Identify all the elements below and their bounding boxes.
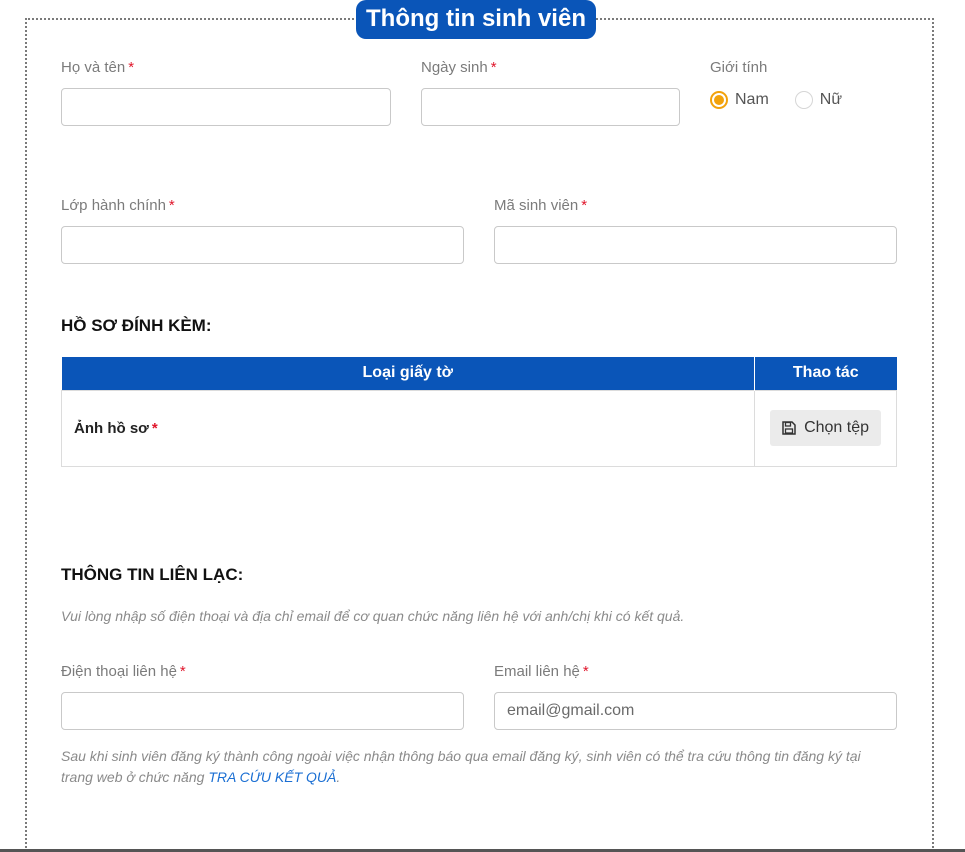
radio-unselected-icon[interactable] xyxy=(794,91,813,109)
gender-option-female-label: Nữ xyxy=(819,91,843,108)
lookup-results-link[interactable]: TRA CỨU KẾT QUẢ xyxy=(208,769,336,785)
doc-type-cell: Ảnh hồ sơ * xyxy=(60,389,756,467)
birth-date-label-text: Ngày sinh xyxy=(421,59,488,76)
choose-file-label: Chọn tệp xyxy=(804,419,869,436)
contact-intro: Vui lòng nhập số điện thoại và địa chỉ e… xyxy=(61,608,685,624)
admin-class-input[interactable] xyxy=(61,226,464,264)
full-name-label: Họ và tên * xyxy=(61,59,134,76)
gender-option-female[interactable]: Nữ xyxy=(794,91,843,109)
admin-class-label-text: Lớp hành chính xyxy=(61,197,166,214)
required-mark: * xyxy=(581,197,588,214)
required-mark: * xyxy=(490,59,497,76)
full-name-label-text: Họ và tên xyxy=(61,59,126,76)
birth-date-input[interactable] xyxy=(421,88,680,126)
form-legend: Thông tin sinh viên xyxy=(356,0,596,39)
admin-class-label: Lớp hành chính * xyxy=(61,197,175,214)
gender-option-male-label: Nam xyxy=(735,91,769,108)
phone-label: Điện thoại liên hệ * xyxy=(61,663,186,680)
phone-label-text: Điện thoại liên hệ xyxy=(61,663,177,680)
full-name-input[interactable] xyxy=(61,88,391,126)
email-label: Email liên hệ * xyxy=(494,663,589,680)
gender-option-male[interactable]: Nam xyxy=(710,91,769,109)
table-row: Ảnh hồ sơ * Chọn tệp xyxy=(60,389,897,467)
attachments-header-row: Loại giấy tờ Thao tác xyxy=(61,357,897,390)
choose-file-button[interactable]: Chọn tệp xyxy=(770,410,881,446)
required-mark: * xyxy=(168,197,175,214)
action-cell: Chọn tệp xyxy=(754,389,897,467)
gender-radio-group: Nam Nữ xyxy=(710,91,868,109)
attachments-title: HỒ SƠ ĐÍNH KÈM: xyxy=(61,316,212,335)
footer-note-text: Sau khi sinh viên đăng ký thành công ngo… xyxy=(61,748,861,785)
student-id-label-text: Mã sinh viên xyxy=(494,197,579,214)
student-id-input[interactable] xyxy=(494,226,897,264)
email-label-text: Email liên hệ xyxy=(494,663,580,680)
student-id-label: Mã sinh viên * xyxy=(494,197,587,214)
birth-date-label: Ngày sinh * xyxy=(421,59,497,76)
required-mark: * xyxy=(179,663,186,680)
gender-label: Giới tính xyxy=(710,59,768,76)
required-mark: * xyxy=(151,419,158,437)
footer-note-end: . xyxy=(336,769,341,785)
doc-type-text: Ảnh hồ sơ xyxy=(74,419,149,437)
column-header-action: Thao tác xyxy=(754,357,897,390)
footer-note: Sau khi sinh viên đăng ký thành công ngo… xyxy=(61,746,881,788)
phone-input[interactable] xyxy=(61,692,464,730)
column-header-doc-type: Loại giấy tờ xyxy=(61,357,756,390)
radio-selected-icon[interactable] xyxy=(710,91,728,109)
email-input[interactable] xyxy=(494,692,897,730)
save-icon xyxy=(782,421,796,435)
contact-title: THÔNG TIN LIÊN LẠC: xyxy=(61,565,244,584)
required-mark: * xyxy=(128,59,135,76)
attachments-table: Loại giấy tờ Thao tác Ảnh hồ sơ * Chọn tệ… xyxy=(60,357,897,467)
required-mark: * xyxy=(582,663,589,680)
